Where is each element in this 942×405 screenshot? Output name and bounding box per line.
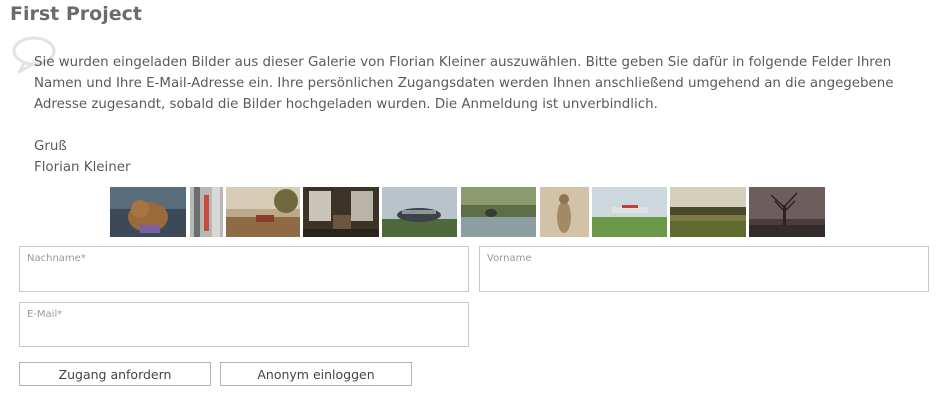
thumbnail-dog[interactable] xyxy=(110,187,186,237)
signature: Florian Kleiner xyxy=(34,160,131,175)
thumbnail-meerkat[interactable] xyxy=(540,187,589,237)
email-input[interactable] xyxy=(27,323,461,340)
thumbnail-bare-tree[interactable] xyxy=(749,187,825,237)
request-access-button[interactable]: Zugang anfordern xyxy=(19,362,211,386)
invitation-text: Sie wurden eingeladen Bilder aus dieser … xyxy=(34,55,894,112)
firstname-input[interactable] xyxy=(487,267,921,285)
thumbnail-building-facade[interactable] xyxy=(190,187,223,237)
thumbnail-airplane[interactable] xyxy=(592,187,667,237)
greeting: Gruß xyxy=(34,139,67,154)
thumbnail-bird-on-water[interactable] xyxy=(461,187,536,237)
lastname-field[interactable]: Nachname* xyxy=(19,246,469,292)
thumbnail-field-trees[interactable] xyxy=(670,187,746,237)
lastname-label: Nachname* xyxy=(27,253,86,264)
thumbnail-car-in-field[interactable] xyxy=(226,187,300,237)
lastname-input[interactable] xyxy=(27,267,461,285)
email-label: E-Mail* xyxy=(27,309,63,320)
page-title: First Project xyxy=(10,3,142,25)
firstname-field[interactable]: Vorname xyxy=(479,246,929,292)
invitation-message: Sie wurden eingeladen Bilder aus dieser … xyxy=(34,52,934,178)
email-field[interactable]: E-Mail* xyxy=(19,302,469,347)
thumbnail-interior-room[interactable] xyxy=(303,187,379,237)
anonymous-login-button[interactable]: Anonym einloggen xyxy=(220,362,412,386)
thumbnail-stadium[interactable] xyxy=(382,187,457,237)
firstname-label: Vorname xyxy=(487,253,532,264)
